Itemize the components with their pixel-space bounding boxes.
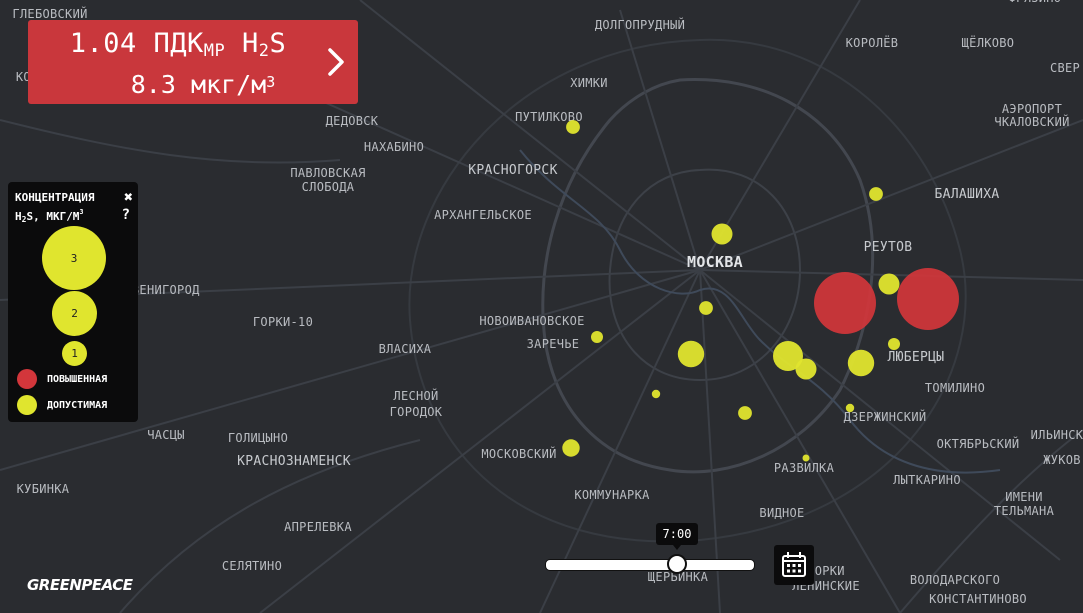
place-label: АПРЕЛЕВКА bbox=[284, 520, 352, 534]
place-label: ВОЛОДАРСКОГО bbox=[910, 573, 1000, 587]
station-marker[interactable] bbox=[651, 389, 661, 399]
legend-elevated: ПОВЫШЕННАЯ bbox=[17, 369, 107, 389]
place-label: ВЛАСИХА bbox=[379, 342, 432, 356]
station-marker[interactable] bbox=[847, 349, 875, 377]
legend-size-label: 1 bbox=[71, 347, 78, 360]
station-marker[interactable] bbox=[869, 187, 883, 201]
station-marker[interactable] bbox=[814, 272, 876, 334]
place-label: КОРОЛЁВ bbox=[846, 35, 899, 50]
place-label: ДЗЕРЖИНСКИЙ bbox=[844, 409, 927, 424]
station-marker[interactable] bbox=[677, 340, 705, 368]
legend-elevated-label: ПОВЫШЕННАЯ bbox=[47, 373, 108, 385]
place-label: ГОЛИЦЫНО bbox=[228, 431, 288, 445]
calendar-button[interactable] bbox=[774, 545, 814, 585]
place-label: БАЛАШИХА bbox=[934, 187, 999, 202]
calendar-icon bbox=[782, 552, 806, 577]
place-label: ФРЯЗИНО bbox=[1009, 0, 1062, 5]
place-label: КУБИНКА bbox=[17, 482, 70, 496]
place-label: ТОМИЛИНО bbox=[925, 381, 985, 395]
place-label: КРАСНОГОРСК bbox=[468, 163, 557, 178]
place-label: ЗАРЕЧЬЕ bbox=[527, 337, 580, 351]
place-label: ЛЫТКАРИНО bbox=[893, 473, 961, 487]
place-label: ЧАСЦЫ bbox=[147, 428, 185, 442]
place-label: АРХАНГЕЛЬСКОЕ bbox=[434, 208, 532, 222]
place-label: НАХАБИНО bbox=[364, 140, 424, 154]
acceptable-swatch bbox=[17, 395, 37, 415]
station-marker[interactable] bbox=[699, 301, 713, 315]
station-marker[interactable] bbox=[897, 268, 959, 330]
place-label: НОВОИВАНОВСКОЕ bbox=[479, 314, 584, 328]
place-label: СВЕР bbox=[1050, 61, 1080, 75]
legend-panel: КОНЦЕНТРАЦИЯ H2S, МКГ/М3 ✖ ? 3 2 1 ПОВЫШ… bbox=[8, 182, 138, 422]
legend-size-label: 3 bbox=[70, 251, 78, 265]
close-icon[interactable]: ✖ bbox=[124, 188, 133, 206]
place-label: ВИДНОЕ bbox=[759, 506, 804, 520]
place-label: СЛОБОДА bbox=[302, 180, 355, 194]
legend-size-label: 2 bbox=[71, 307, 78, 320]
place-label: ЧКАЛОВСКИЙ bbox=[994, 114, 1069, 129]
reading-panel[interactable]: 1.04 ПДКМР H2S 8.3 мкг/м3 bbox=[28, 20, 358, 104]
place-label: РЕУТОВ bbox=[864, 240, 913, 255]
place-label: ОКТЯБРЬСКИЙ bbox=[937, 436, 1020, 451]
place-label: ПАВЛОВСКАЯ bbox=[290, 166, 365, 180]
time-slider-track[interactable] bbox=[545, 559, 755, 571]
legend-size-2: 2 bbox=[52, 291, 97, 336]
place-label: КРАСНОЗНАМЕНСК bbox=[237, 454, 351, 469]
place-label: КОНСТАНТИНОВО bbox=[929, 592, 1027, 606]
station-marker[interactable] bbox=[711, 223, 733, 245]
place-label: КОММУНАРКА bbox=[574, 488, 650, 502]
place-label: ИМЕНИ bbox=[1005, 490, 1043, 504]
station-marker[interactable] bbox=[802, 454, 810, 462]
place-label: РАЗВИЛКА bbox=[774, 461, 835, 475]
place-label: ГОРОДОК bbox=[390, 405, 443, 419]
place-label: ЖУКОВ bbox=[1043, 453, 1081, 467]
place-label: ЛЮБЕРЦЫ bbox=[888, 350, 945, 365]
legend-acceptable: ДОПУСТИМАЯ bbox=[17, 395, 107, 415]
legend-acceptable-label: ДОПУСТИМАЯ bbox=[47, 399, 108, 411]
place-label: МОСКВА bbox=[687, 253, 743, 271]
time-slider-handle[interactable] bbox=[667, 554, 687, 574]
place-label: СЕЛЯТИНО bbox=[222, 559, 282, 573]
place-label: ТЕЛЬМАНА bbox=[994, 504, 1055, 518]
station-marker[interactable] bbox=[562, 439, 580, 457]
elevated-swatch bbox=[17, 369, 37, 389]
place-label: ХИМКИ bbox=[570, 76, 608, 90]
place-label: МОСКОВСКИЙ bbox=[481, 446, 556, 461]
place-label: ДОЛГОПРУДНЫЙ bbox=[595, 17, 685, 32]
place-label: ГЛЕБОВСКИЙ bbox=[12, 6, 87, 21]
place-label: АЭРОПОРТ bbox=[1002, 102, 1062, 116]
station-marker[interactable] bbox=[888, 338, 900, 350]
station-marker[interactable] bbox=[738, 406, 752, 420]
time-tooltip: 7:00 bbox=[656, 523, 698, 550]
help-icon[interactable]: ? bbox=[122, 207, 130, 223]
place-label: ГОРКИ-10 bbox=[253, 315, 313, 329]
concentration-readout: 8.3 мкг/м3 bbox=[130, 70, 276, 99]
station-marker[interactable] bbox=[795, 358, 817, 380]
place-label: ЩЁЛКОВО bbox=[962, 35, 1015, 50]
place-label: ИЛЬИНСК bbox=[1031, 428, 1083, 442]
chevron-right-icon[interactable] bbox=[322, 42, 352, 82]
station-marker[interactable] bbox=[566, 120, 580, 134]
greenpeace-logo[interactable]: GREENPEACE bbox=[27, 576, 133, 594]
place-label: ДЕДОВСК bbox=[326, 114, 379, 128]
legend-title: КОНЦЕНТРАЦИЯ H2S, МКГ/М3 bbox=[15, 191, 95, 224]
pdk-readout: 1.04 ПДКМР H2S bbox=[69, 28, 287, 61]
place-label: ЛЕСНОЙ bbox=[393, 388, 438, 403]
legend-size-1: 1 bbox=[62, 341, 87, 366]
station-marker[interactable] bbox=[591, 331, 603, 343]
legend-size-3: 3 bbox=[42, 226, 106, 290]
station-marker[interactable] bbox=[845, 403, 855, 413]
station-marker[interactable] bbox=[878, 273, 900, 295]
